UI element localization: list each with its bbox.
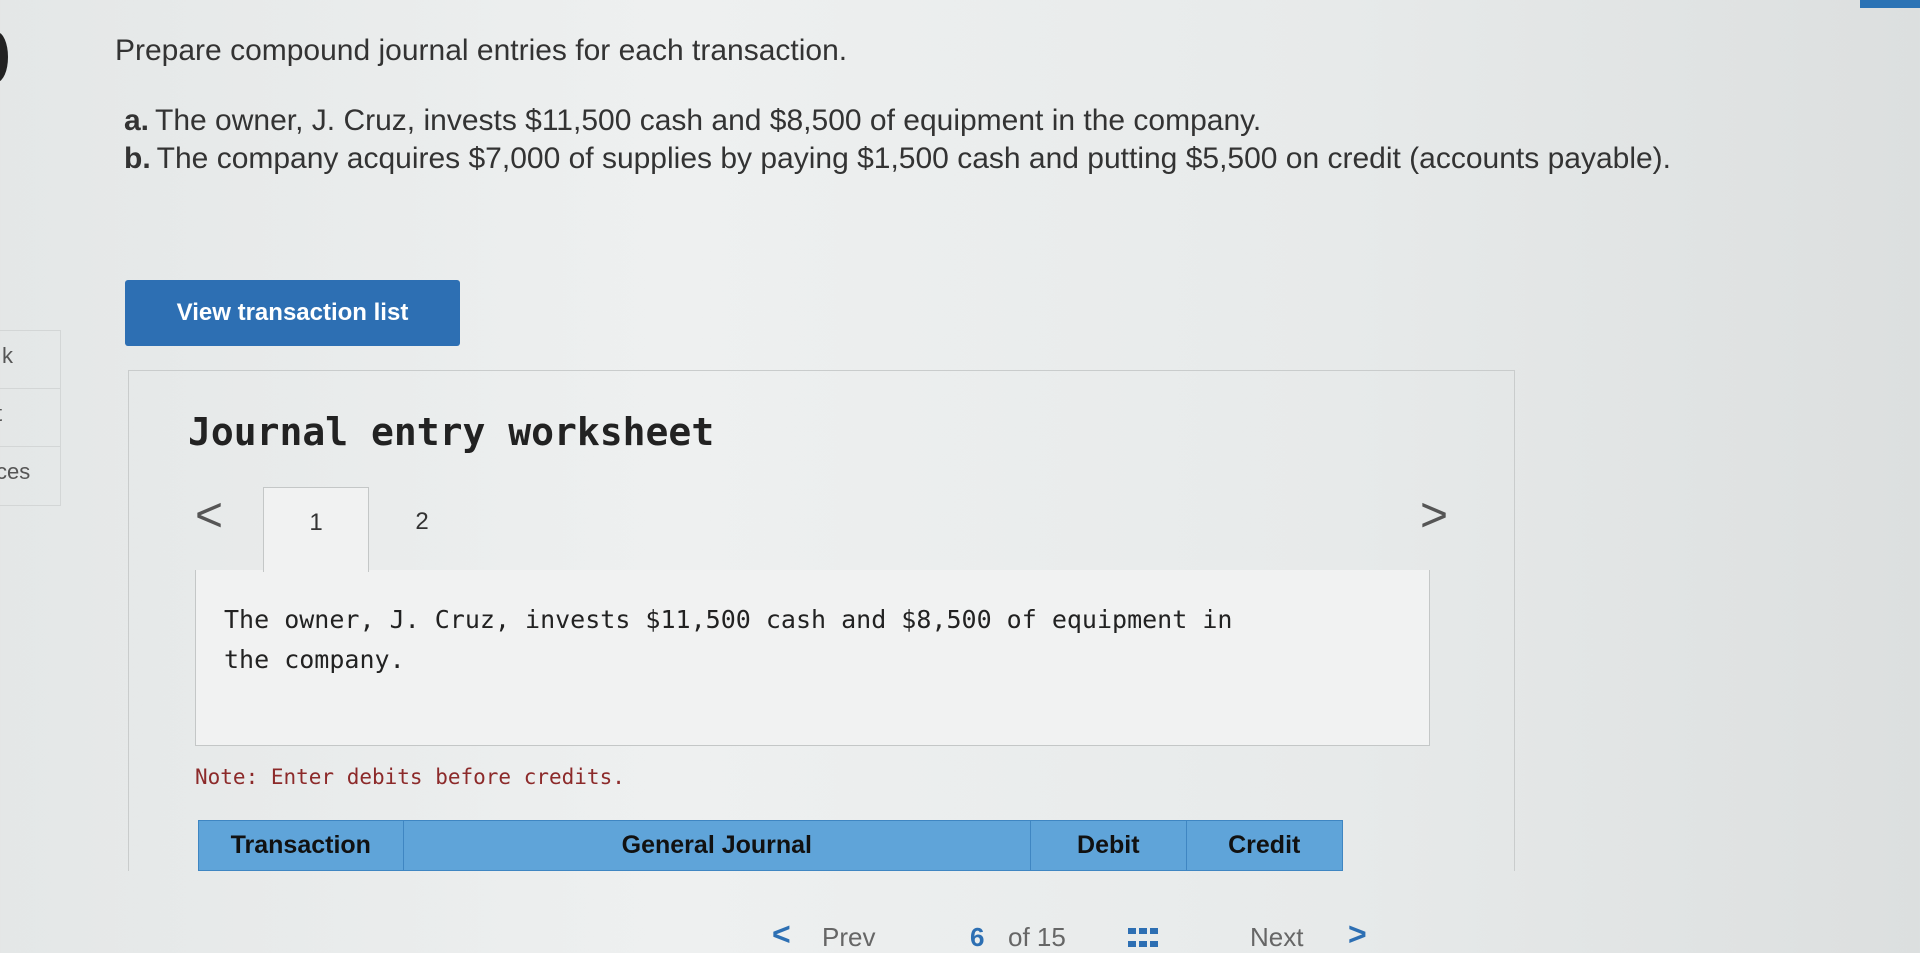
page-total: of 15 xyxy=(1008,922,1066,952)
transaction-description-box: The owner, J. Cruz, invests $11,500 cash… xyxy=(195,570,1430,746)
column-header-general-journal: General Journal xyxy=(402,820,1032,871)
item-text: The company acquires $7,000 of supplies … xyxy=(156,142,1671,175)
sidebar-item-label: k xyxy=(2,343,13,368)
transaction-description: The owner, J. Cruz, invests $11,500 cash… xyxy=(224,605,1233,674)
next-button[interactable]: Next xyxy=(1250,922,1303,953)
column-header-transaction: Transaction xyxy=(198,820,404,871)
sidebar-item-label: ces xyxy=(0,459,31,484)
transaction-list: a. The owner, J. Cruz, invests $11,500 ca… xyxy=(124,104,1671,180)
tab-entry-1[interactable]: 1 xyxy=(263,487,369,572)
sidebar: k t ces xyxy=(0,0,64,950)
worksheet-title: Journal entry worksheet xyxy=(188,410,715,454)
chevron-right-icon[interactable]: > xyxy=(1420,492,1448,540)
grid-icon[interactable] xyxy=(1128,928,1158,950)
sidebar-item-3[interactable]: ces xyxy=(0,446,61,506)
sidebar-item-2[interactable]: t xyxy=(0,388,61,447)
view-transaction-list-button[interactable]: View transaction list xyxy=(125,280,460,346)
column-header-credit: Credit xyxy=(1185,820,1343,871)
chevron-left-icon[interactable]: < xyxy=(195,492,223,540)
item-text: The owner, J. Cruz, invests $11,500 cash… xyxy=(155,104,1262,137)
transaction-item-a: a. The owner, J. Cruz, invests $11,500 ca… xyxy=(124,104,1671,142)
item-letter: b. xyxy=(124,142,151,175)
top-accent-bar xyxy=(1860,0,1920,8)
prev-button[interactable]: Prev xyxy=(822,922,875,953)
transaction-item-b: b. The company acquires $7,000 of supplie… xyxy=(124,142,1671,180)
journal-table-header-row: Transaction General Journal Debit Credit xyxy=(198,820,1343,871)
tab-entry-2[interactable]: 2 xyxy=(370,487,474,571)
column-header-debit: Debit xyxy=(1030,820,1187,871)
sidebar-indicator xyxy=(0,32,8,82)
sidebar-item-label: t xyxy=(0,401,2,427)
prev-chevron-icon[interactable]: < xyxy=(772,916,791,953)
worksheet-note: Note: Enter debits before credits. xyxy=(195,765,625,789)
question-prompt: Prepare compound journal entries for eac… xyxy=(115,34,848,67)
page-current: 6 xyxy=(970,922,985,952)
next-chevron-icon[interactable]: > xyxy=(1348,916,1367,953)
sidebar-item-1[interactable]: k xyxy=(0,330,61,389)
item-letter: a. xyxy=(124,104,150,137)
journal-table: Transaction General Journal Debit Credit xyxy=(198,820,1343,871)
